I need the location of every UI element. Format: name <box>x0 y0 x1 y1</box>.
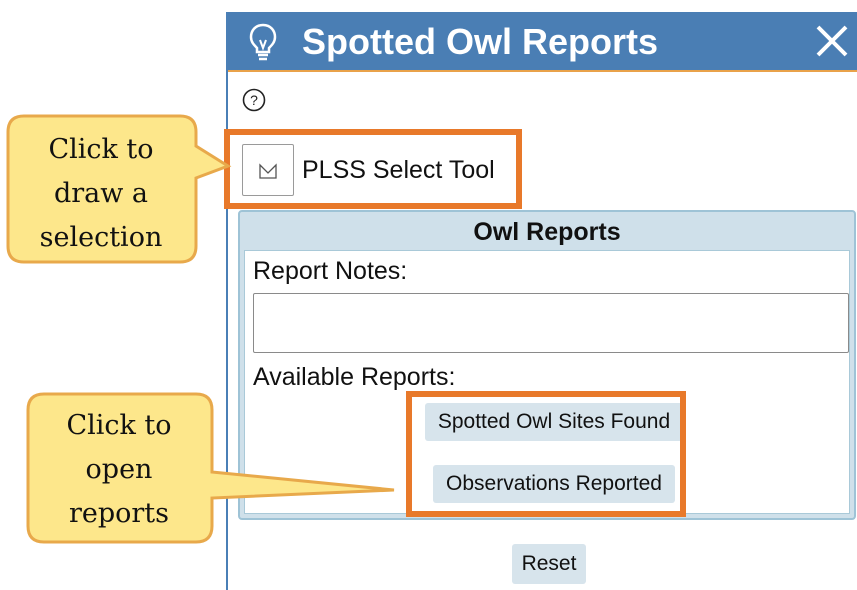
callout-draw-selection: Click to draw a selection <box>39 134 163 253</box>
callout-open-reports: Click to open reports <box>66 410 172 529</box>
